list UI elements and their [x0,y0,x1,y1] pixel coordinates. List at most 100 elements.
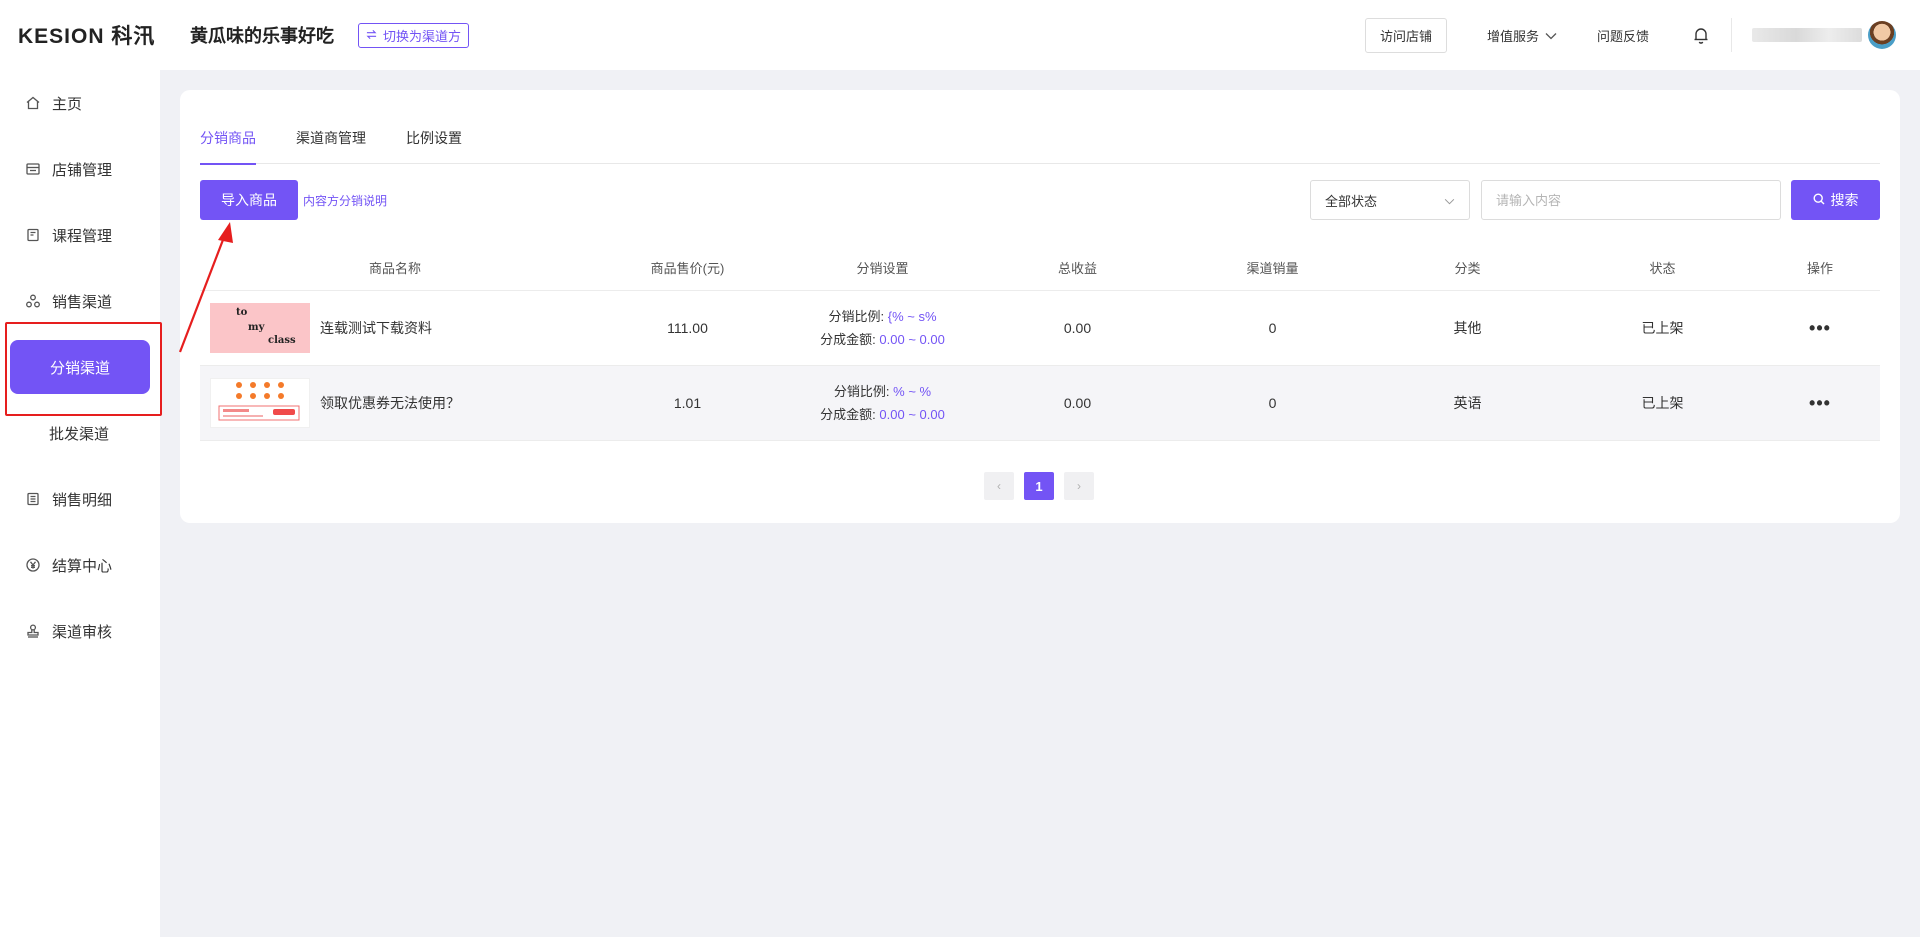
ratio-value: % ~ % [893,384,932,399]
more-actions-button[interactable]: ••• [1760,393,1880,414]
product-cell: to my class 连载测试下载资料 [200,303,590,353]
stamp-icon [24,622,42,640]
list-icon [24,490,42,508]
course-icon [24,226,42,244]
col-header-ops: 操作 [1806,261,1833,276]
import-products-button[interactable]: 导入商品 [200,180,298,220]
logo: KESION 科汛 [18,25,156,48]
product-name[interactable]: 领取优惠券无法使用？ [320,393,460,413]
sidebar: KESION 科汛 主页 店铺管理 课程管理 销售渠道 分销渠道 批发渠道 销售… [0,0,160,937]
sidebar-item-label: 结算中心 [52,557,113,575]
sidebar-item-store[interactable]: 店铺管理 [0,136,160,202]
sidebar-item-wholesale[interactable]: 批发渠道 [0,400,160,466]
pagination: ‹ 1 › [984,472,1094,500]
bell-icon[interactable] [1691,25,1711,45]
amount-value: 0.00 ~ 0.00 [879,407,945,422]
status-cell: 已上架 [1641,395,1684,411]
sales-cell: 0 [1268,320,1277,336]
distribution-explain-link[interactable]: 内容方分销说明 [303,192,387,209]
status-cell: 已上架 [1641,320,1684,336]
amount-value: 0.00 ~ 0.00 [879,332,945,347]
header-divider [1731,18,1732,52]
sidebar-item-label: 渠道审核 [52,623,113,641]
sidebar-item-label: 分销渠道 [10,340,150,394]
sidebar-item-label: 店铺管理 [52,161,113,179]
table-row: to my class 连载测试下载资料 111.00 分销比例: {% ~ s… [200,291,1880,366]
income-cell: 0.00 [1063,320,1092,336]
search-button[interactable]: 搜索 [1791,180,1880,220]
col-header-income: 总收益 [1057,261,1097,276]
username-blurred[interactable] [1752,28,1862,42]
product-thumbnail[interactable]: to my class [210,303,310,353]
sidebar-nav: 主页 店铺管理 课程管理 销售渠道 分销渠道 批发渠道 销售明细 结算中心 渠道… [0,70,160,664]
sidebar-item-label: 销售明细 [52,491,113,509]
distribution-cell: 分销比例: {% ~ s% 分成金额: 0.00 ~ 0.00 [785,305,980,351]
switch-role-label: 切换为渠道方 [383,28,462,44]
category-cell: 英语 [1453,395,1482,411]
ratio-label: 分销比例: [828,309,885,324]
col-header-name: 商品名称 [368,261,421,276]
tab-ratio-settings[interactable]: 比例设置 [406,128,462,164]
thumb-text: my [248,322,265,333]
feedback-link[interactable]: 问题反馈 [1597,26,1649,45]
shop-name: 黄瓜味的乐事好吃 [190,26,334,46]
status-select[interactable]: 全部状态 [1310,180,1470,220]
table-row: 领取优惠券无法使用？ 1.01 分销比例: % ~ % 分成金额: 0.00 ~… [200,366,1880,441]
chevron-down-icon [1545,28,1557,43]
col-header-category: 分类 [1454,261,1481,276]
yen-icon [24,556,42,574]
search-button-label: 搜索 [1830,192,1859,208]
product-name[interactable]: 连载测试下载资料 [320,318,432,338]
sidebar-item-label: 销售渠道 [52,293,113,311]
top-header: 黄瓜味的乐事好吃 切换为渠道方 访问店铺 增值服务 问题反馈 [160,0,1920,70]
table-header: 商品名称 商品售价(元) 分销设置 总收益 渠道销量 分类 状态 操作 [200,245,1880,291]
sidebar-item-settlement[interactable]: 结算中心 [0,532,160,598]
sidebar-item-channel-review[interactable]: 渠道审核 [0,598,160,664]
value-services-menu[interactable]: 增值服务 [1487,26,1557,45]
products-table: 商品名称 商品售价(元) 分销设置 总收益 渠道销量 分类 状态 操作 to m… [200,245,1880,441]
col-header-sales: 渠道销量 [1246,261,1299,276]
col-header-distribution: 分销设置 [856,261,909,276]
product-thumbnail[interactable] [210,378,310,428]
thumb-text: class [268,335,296,346]
sidebar-item-label: 批发渠道 [49,425,110,443]
sidebar-item-home[interactable]: 主页 [0,70,160,136]
next-page-button[interactable]: › [1064,472,1094,500]
more-icon: ••• [1809,392,1831,413]
income-cell: 0.00 [1063,395,1092,411]
swap-icon [366,28,377,43]
sidebar-item-label: 课程管理 [52,227,113,245]
sidebar-item-sales-detail[interactable]: 销售明细 [0,466,160,532]
col-header-price: 商品售价(元) [650,261,725,276]
sidebar-item-sales-channel[interactable]: 销售渠道 [0,268,160,334]
coupon-image [218,382,300,421]
distribution-cell: 分销比例: % ~ % 分成金额: 0.00 ~ 0.00 [785,380,980,426]
sidebar-item-course[interactable]: 课程管理 [0,202,160,268]
ratio-value: {% ~ s% [887,309,937,324]
tab-channel-partners[interactable]: 渠道商管理 [296,128,366,164]
price-cell: 1.01 [673,395,702,411]
category-cell: 其他 [1453,320,1482,336]
page-1-button[interactable]: 1 [1024,472,1054,500]
search-icon [1812,192,1825,208]
switch-role-button[interactable]: 切换为渠道方 [358,22,470,48]
more-actions-button[interactable]: ••• [1760,318,1880,339]
thumb-text: to [236,307,248,318]
col-header-status: 状态 [1649,261,1676,276]
tab-bar: 分销商品 渠道商管理 比例设置 [200,128,1880,165]
product-cell: 领取优惠券无法使用？ [200,378,590,428]
sidebar-item-distribution[interactable]: 分销渠道 [0,334,160,400]
tab-distribution-products[interactable]: 分销商品 [200,128,256,165]
more-icon: ••• [1809,317,1831,338]
channel-icon [24,292,42,310]
search-input[interactable] [1481,180,1781,220]
value-services-label: 增值服务 [1486,28,1539,44]
amount-label: 分成金额: [820,407,876,422]
prev-page-button[interactable]: ‹ [984,472,1014,500]
avatar[interactable] [1868,21,1896,49]
home-icon [24,94,42,112]
ratio-label: 分销比例: [833,384,890,399]
visit-store-button[interactable]: 访问店铺 [1364,17,1447,53]
price-cell: 111.00 [667,320,708,336]
amount-label: 分成金额: [820,332,876,347]
